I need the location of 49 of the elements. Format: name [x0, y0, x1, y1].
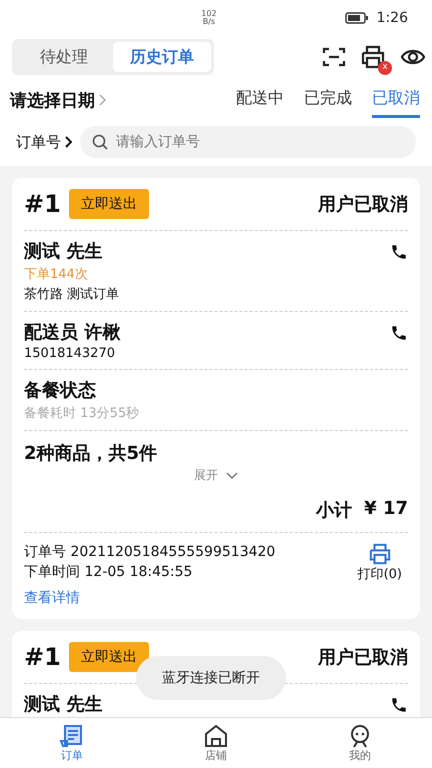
customer-name: 测试 先生 [24, 240, 104, 263]
prep-status-title: 备餐状态 [24, 379, 97, 402]
order-index: #1 [24, 643, 61, 671]
status-tab[interactable]: 已取消 [372, 82, 420, 118]
courier-name: 配送员 许楸 [24, 321, 120, 344]
error-badge: x [378, 61, 392, 75]
nav-tab[interactable]: 店铺 [144, 718, 288, 768]
goods-summary: 2种商品，共5件 [24, 442, 158, 465]
tab[interactable]: 待处理 [15, 42, 113, 72]
network-speed: 102 B/s [201, 10, 217, 26]
home-icon [203, 724, 229, 748]
phone-icon[interactable] [390, 696, 408, 714]
scan-icon[interactable] [322, 46, 346, 68]
send-now-button[interactable]: 立即送出 [68, 189, 149, 219]
chevron-down-icon [226, 472, 238, 480]
toast-message: 蓝牙连接已断开 [136, 656, 286, 700]
nav-tab[interactable]: 我的 [288, 718, 432, 768]
courier-phone: 15018143270 [24, 346, 116, 361]
order-status: 用户已取消 [318, 646, 408, 669]
order-number-selector[interactable]: 订单号 [16, 132, 72, 152]
order-count: 下单144次 [24, 266, 89, 283]
order-time: 下单时间 12-05 18:45:55 [24, 563, 194, 581]
printer-icon[interactable] [360, 45, 386, 69]
subtotal-amount: ¥ 17 [364, 498, 408, 521]
printer-icon [368, 543, 392, 565]
chevron-right-icon [65, 136, 72, 148]
search-field[interactable]: 请输入订单号 [80, 126, 416, 158]
clock: 1:26 [376, 10, 408, 26]
prep-time: 备餐耗时 13分55秒 [24, 405, 140, 422]
nav-tab[interactable]: 订单 [0, 718, 144, 768]
date-picker[interactable]: 请选择日期 [10, 88, 106, 112]
send-now-button[interactable]: 立即送出 [68, 642, 149, 672]
customer-name: 测试 先生 [24, 693, 102, 716]
subtotal-label: 小计 [316, 499, 352, 522]
chevron-right-icon [99, 94, 106, 106]
battery-icon [344, 12, 369, 24]
status-tab[interactable]: 配送中 [236, 82, 284, 118]
tab[interactable]: 历史订单 [113, 42, 211, 72]
order-status: 用户已取消 [318, 193, 408, 216]
address: 茶竹路 测试订单 [24, 286, 120, 303]
phone-icon[interactable] [390, 324, 408, 342]
view-details-link[interactable]: 查看详情 [24, 589, 276, 607]
expand-button[interactable]: 展开 [194, 467, 238, 484]
print-button[interactable]: 打印(0) [358, 543, 402, 583]
order-index: #1 [24, 190, 61, 218]
status-tab[interactable]: 已完成 [304, 82, 352, 118]
order-number: 订单号 20211205184555599513420 [24, 543, 276, 561]
receipt-icon [59, 724, 85, 748]
phone-icon[interactable] [390, 243, 408, 261]
